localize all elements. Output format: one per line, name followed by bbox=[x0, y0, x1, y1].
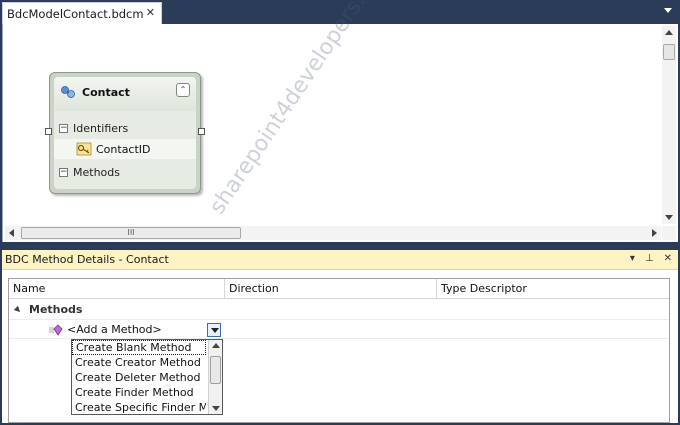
pin-icon[interactable]: ⊥ bbox=[645, 253, 654, 264]
document-tab[interactable]: BdcModelContact.bdcm ✕ bbox=[2, 2, 162, 24]
column-header-type-descriptor[interactable]: Type Descriptor bbox=[437, 279, 669, 299]
tab-list-dropdown-icon[interactable] bbox=[664, 8, 672, 13]
add-method-dropdown-list[interactable]: Create Blank Method Create Creator Metho… bbox=[71, 339, 223, 415]
dropdown-option[interactable]: Create Finder Method bbox=[72, 385, 206, 400]
scroll-up-icon[interactable] bbox=[665, 30, 673, 35]
methods-group-row[interactable]: Methods bbox=[9, 300, 669, 320]
method-details-grid: Name Direction Type Descriptor Methods <… bbox=[8, 278, 670, 423]
collapse-identifiers-icon[interactable]: − bbox=[59, 123, 68, 133]
add-method-dropdown-button[interactable] bbox=[207, 323, 221, 337]
methods-section[interactable]: − Methods bbox=[54, 161, 196, 183]
scroll-right-icon[interactable] bbox=[652, 229, 657, 237]
entity-icon bbox=[61, 86, 75, 98]
entity-shape-contact[interactable]: Contact ⌃ − Identifiers ContactID − Meth… bbox=[49, 72, 201, 194]
vertical-scroll-thumb[interactable] bbox=[663, 44, 675, 60]
entity-header: Contact ⌃ bbox=[54, 77, 196, 111]
window-position-icon[interactable]: ▾ bbox=[630, 253, 635, 264]
tool-window-header: BDC Method Details - Contact ▾ ⊥ ✕ bbox=[2, 250, 678, 270]
column-header-direction[interactable]: Direction bbox=[225, 279, 437, 299]
scroll-left-icon[interactable] bbox=[9, 229, 14, 237]
entity-title: Contact bbox=[82, 86, 130, 99]
document-tab-bar: BdcModelContact.bdcm ✕ bbox=[0, 0, 680, 24]
identifiers-section[interactable]: − Identifiers bbox=[54, 117, 196, 139]
add-method-label[interactable]: <Add a Method> bbox=[67, 323, 162, 336]
collapse-methods-icon[interactable]: − bbox=[59, 167, 68, 177]
vertical-scrollbar[interactable] bbox=[662, 26, 676, 224]
dropdown-scrollbar[interactable] bbox=[208, 340, 222, 414]
scrollbar-corner bbox=[662, 226, 676, 240]
dropdown-scroll-down-icon[interactable] bbox=[212, 406, 220, 411]
horizontal-scroll-thumb[interactable]: III bbox=[21, 227, 241, 239]
methods-group-label: Methods bbox=[29, 303, 83, 316]
dropdown-option[interactable]: Create Deleter Method bbox=[72, 370, 206, 385]
tool-window-buttons: ▾ ⊥ ✕ bbox=[630, 253, 672, 264]
dropdown-scroll-up-icon[interactable] bbox=[212, 343, 220, 348]
method-icon bbox=[49, 324, 63, 336]
identifier-row[interactable]: ContactID bbox=[54, 139, 196, 159]
document-tab-label: BdcModelContact.bdcm bbox=[7, 6, 144, 21]
identifier-label: ContactID bbox=[96, 142, 151, 156]
horizontal-scrollbar[interactable]: III bbox=[5, 226, 661, 240]
column-header-name[interactable]: Name bbox=[9, 279, 225, 299]
bdc-method-details-window: BDC Method Details - Contact ▾ ⊥ ✕ Name … bbox=[2, 250, 678, 423]
column-headers: Name Direction Type Descriptor bbox=[9, 279, 669, 299]
dropdown-option[interactable]: Create Specific Finder Method bbox=[72, 400, 206, 415]
tool-window-title: BDC Method Details - Contact bbox=[5, 253, 169, 266]
bdc-designer-canvas[interactable]: Contact ⌃ − Identifiers ContactID − Meth… bbox=[2, 24, 678, 242]
dropdown-option[interactable]: Create Creator Method bbox=[72, 355, 206, 370]
collapse-icon[interactable]: ⌃ bbox=[176, 83, 190, 97]
close-tool-window-icon[interactable]: ✕ bbox=[664, 253, 672, 264]
dropdown-option[interactable]: Create Blank Method bbox=[72, 340, 206, 355]
resize-handle-left[interactable] bbox=[45, 128, 52, 135]
add-method-row[interactable]: <Add a Method> bbox=[9, 321, 669, 339]
dropdown-scroll-thumb[interactable] bbox=[210, 356, 221, 384]
scroll-down-icon[interactable] bbox=[665, 215, 673, 220]
identifiers-label: Identifiers bbox=[73, 121, 129, 135]
expand-arrow-icon[interactable] bbox=[13, 305, 23, 314]
resize-handle-right[interactable] bbox=[198, 128, 205, 135]
methods-label: Methods bbox=[73, 165, 120, 179]
key-icon bbox=[76, 142, 92, 156]
close-icon[interactable]: ✕ bbox=[146, 6, 155, 19]
entity-body: Contact ⌃ − Identifiers ContactID − Meth… bbox=[54, 77, 196, 189]
